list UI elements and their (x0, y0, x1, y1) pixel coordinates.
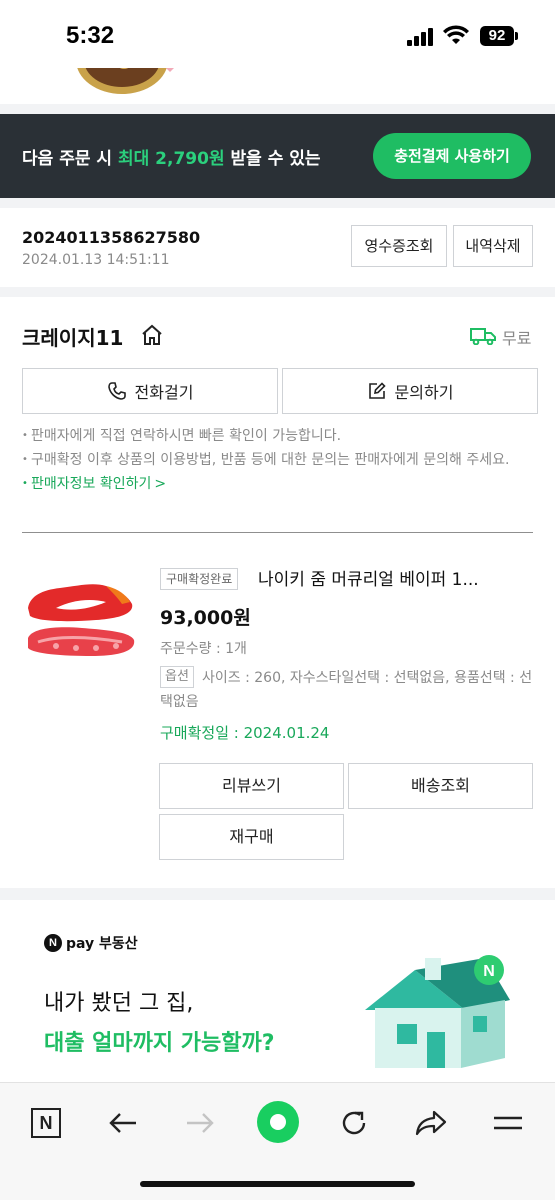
product-image[interactable] (26, 578, 140, 670)
track-shipping-button[interactable]: 배송조회 (348, 763, 533, 809)
promo-highlight: 최대 2,790원 (117, 149, 225, 169)
status-badge: 구매확정완료 (160, 568, 239, 590)
order-datetime: 2024.01.13 14:51:11 (22, 252, 170, 268)
refresh-icon[interactable] (334, 1103, 374, 1143)
ad-headline[interactable]: 내가 봤던 그 집, (44, 985, 193, 1017)
note-item: 구매확정 이후 상품의 이용방법, 반품 등에 대한 문의는 판매자에게 문의해… (22, 448, 537, 472)
naver-home-icon[interactable]: N (26, 1103, 66, 1143)
home-indicator (140, 1181, 415, 1187)
order-number: 2024011358627580 (22, 228, 201, 247)
call-button-label: 전화걸기 (134, 383, 194, 402)
section-gap (0, 198, 555, 208)
section-gap (0, 104, 555, 114)
divider (22, 532, 533, 533)
call-seller-button[interactable]: 전화걸기 (22, 368, 278, 414)
shipping-label: 무료 (502, 329, 532, 348)
share-icon[interactable] (411, 1103, 451, 1143)
section-gap (0, 287, 555, 297)
edit-icon (368, 382, 386, 399)
seller-notes: 판매자에게 직접 연락하시면 빠른 확인이 가능합니다. 구매확정 이후 상품의… (22, 424, 537, 496)
store-home-icon[interactable] (140, 323, 164, 347)
banner-peek (0, 68, 555, 104)
ad-brand[interactable]: N pay 부동산 (44, 932, 138, 954)
npay-logo-icon: N (44, 934, 62, 952)
delete-history-button[interactable]: 내역삭제 (453, 225, 533, 267)
ad-subheadline[interactable]: 대출 얼마까지 가능할까? (44, 1025, 274, 1057)
green-dot-icon[interactable] (255, 1099, 301, 1145)
signal-icon (407, 28, 435, 46)
note-item: 판매자에게 직접 연락하시면 빠른 확인이 가능합니다. (22, 424, 537, 448)
write-review-button[interactable]: 리뷰쓰기 (159, 763, 344, 809)
receipt-button[interactable]: 영수증조회 (351, 225, 447, 267)
seller-name[interactable]: 크레이지11 (22, 322, 123, 351)
status-time: 5:32 (66, 22, 115, 49)
house-illustration[interactable]: N (355, 950, 515, 1075)
phone-icon (107, 382, 126, 400)
house-badge-text: N (483, 963, 495, 980)
option-badge: 옵션 (160, 666, 194, 688)
back-arrow-icon[interactable] (103, 1103, 143, 1143)
battery-icon: 92 (480, 26, 518, 46)
product-price: 93,000원 (160, 607, 251, 629)
promo-text: 다음 주문 시 최대 2,790원 받을 수 있는 (22, 149, 321, 169)
menu-icon[interactable] (488, 1103, 528, 1143)
banner-peek-text (230, 68, 430, 76)
section-gap (0, 888, 555, 900)
wifi-icon (443, 25, 469, 44)
charge-payment-button[interactable]: 충전결제 사용하기 (373, 133, 531, 179)
seller-info-link[interactable]: 판매자정보 확인하기> (22, 472, 537, 496)
truck-icon (470, 328, 496, 345)
ad-brand-label: pay 부동산 (66, 936, 138, 952)
confirm-date: 구매확정일 : 2024.01.24 (160, 724, 330, 742)
order-quantity: 주문수량 : 1개 (160, 641, 247, 657)
chocolate-box-image (77, 68, 174, 94)
inquiry-button-label: 문의하기 (394, 383, 454, 402)
inquiry-button[interactable]: 문의하기 (282, 368, 538, 414)
chevron-right-icon: > (154, 476, 167, 492)
status-bar: 5:32 92 (0, 0, 555, 68)
forward-arrow-icon[interactable] (180, 1103, 220, 1143)
rebuy-button[interactable]: 재구매 (159, 814, 344, 860)
product-title[interactable]: 나이키 줌 머큐리얼 베이퍼 1... (258, 565, 533, 590)
option-text: 사이즈 : 260, 자수스타일선택 : 선택없음, 용품선택 : 선택없음 (160, 670, 533, 710)
